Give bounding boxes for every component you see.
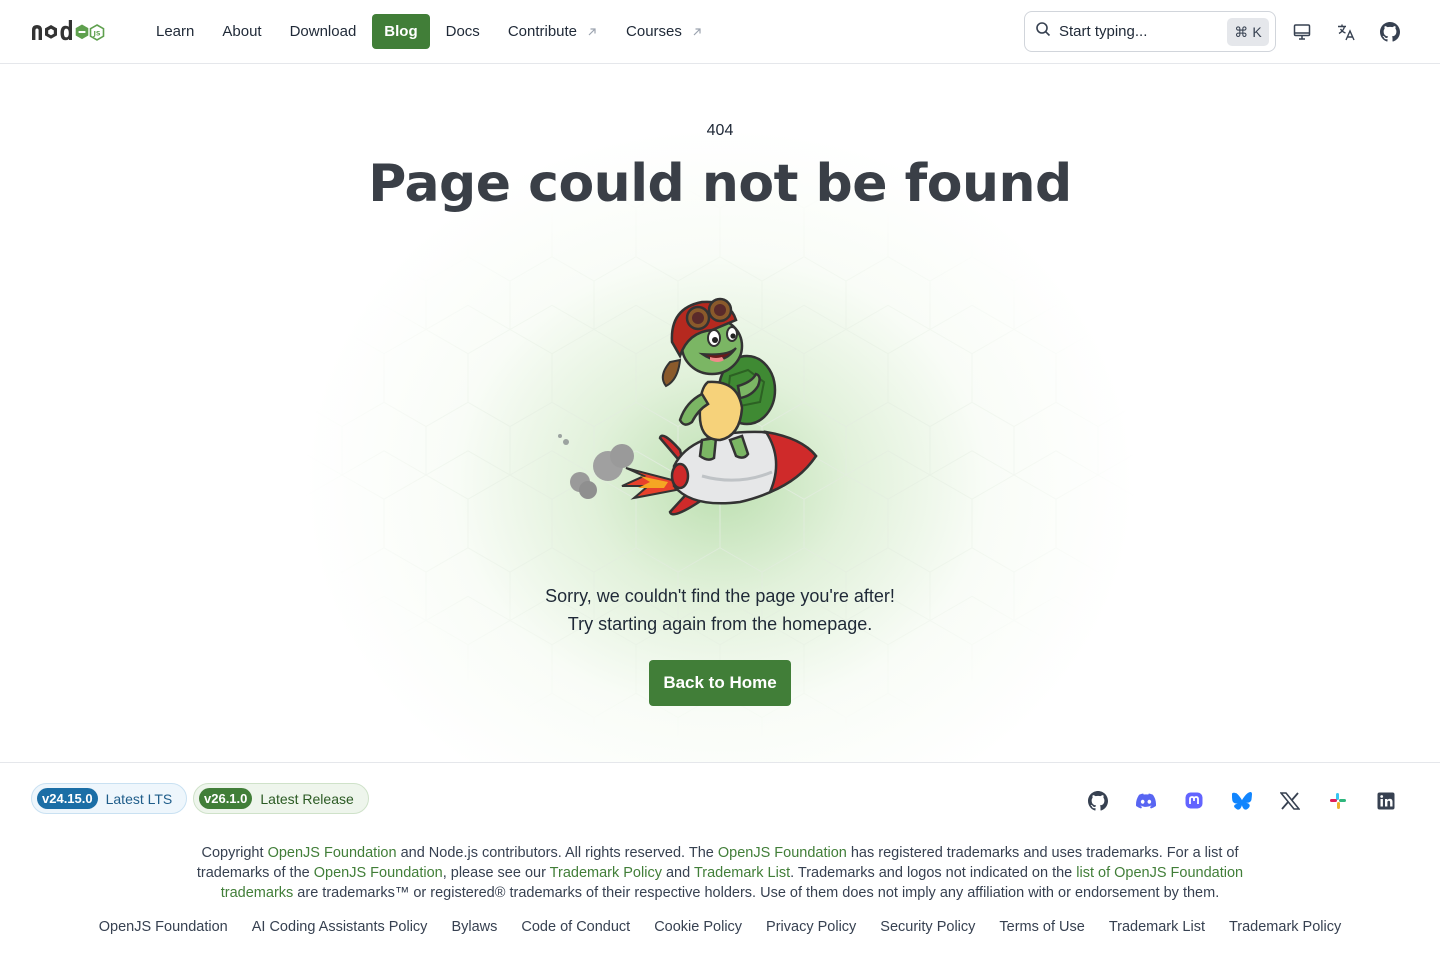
message-line-2: Try starting again from the homepage.: [567, 614, 873, 634]
search-box[interactable]: Start typing... ⌘ K: [1024, 11, 1276, 52]
page-title: Page could not be found: [368, 154, 1072, 214]
language-icon[interactable]: [1334, 20, 1358, 44]
command-key-symbol: ⌘: [1234, 23, 1249, 40]
error-code: 404: [706, 122, 734, 139]
footer-link-ai-policy[interactable]: AI Coding Assistants Policy: [252, 919, 428, 935]
svg-text:JS: JS: [92, 30, 100, 38]
message-line-1: Sorry, we couldn't find the page you're …: [545, 586, 895, 606]
lts-release-badge[interactable]: v24.15.0 Latest LTS: [31, 783, 188, 814]
nav-label: Contribute: [507, 23, 578, 40]
nav-label: Docs: [445, 23, 480, 40]
nodejs-logo[interactable]: JS: [31, 17, 111, 45]
linkedin-icon[interactable]: [1376, 791, 1396, 811]
current-label: Latest Release: [260, 790, 354, 807]
legal-text: and: [661, 865, 694, 881]
nav-label: Download: [289, 23, 357, 40]
discord-icon[interactable]: [1136, 791, 1156, 811]
nav-learn[interactable]: Learn: [144, 14, 206, 49]
legal-text: Copyright: [201, 845, 268, 861]
footer-link-trademark-list[interactable]: Trademark List: [1109, 919, 1205, 935]
current-release-badge[interactable]: v26.1.0 Latest Release: [193, 783, 369, 814]
lts-version: v24.15.0: [37, 788, 98, 809]
turtle-rocket-illustration: [558, 297, 818, 516]
github-icon[interactable]: [1378, 20, 1402, 44]
legal-text: and Node.js contributors. All rights res…: [396, 845, 718, 861]
openjs-link[interactable]: OpenJS Foundation: [268, 845, 397, 861]
footer-link-terms[interactable]: Terms of Use: [999, 919, 1084, 935]
footer-link-openjs[interactable]: OpenJS Foundation: [99, 919, 228, 935]
github-icon[interactable]: [1088, 791, 1108, 811]
footer-link-privacy-policy[interactable]: Privacy Policy: [766, 919, 856, 935]
footer-link-trademark-policy[interactable]: Trademark Policy: [1229, 919, 1341, 935]
nav-courses[interactable]: Courses: [614, 14, 715, 49]
error-message: Sorry, we couldn't find the page you're …: [0, 582, 1440, 638]
theme-monitor-icon[interactable]: [1290, 20, 1314, 44]
back-to-home-button[interactable]: Back to Home: [649, 660, 791, 706]
nav-label: Courses: [626, 23, 682, 40]
search-shortcut-badge: ⌘ K: [1227, 18, 1269, 46]
legal-text: , please see our: [442, 865, 550, 881]
legal-text: . Trademarks and logos not indicated on …: [790, 865, 1077, 881]
nav-blog[interactable]: Blog: [372, 14, 430, 49]
nav-about[interactable]: About: [210, 14, 273, 49]
nav-download[interactable]: Download: [278, 14, 369, 49]
legal-notice: Copyright OpenJS Foundation and Node.js …: [180, 843, 1260, 903]
nav-docs[interactable]: Docs: [434, 14, 492, 49]
nav-label: Blog: [384, 23, 418, 40]
lts-label: Latest LTS: [105, 790, 173, 807]
footer-link-security-policy[interactable]: Security Policy: [880, 919, 975, 935]
slack-icon[interactable]: [1328, 791, 1348, 811]
mastodon-icon[interactable]: [1184, 791, 1204, 811]
nodejs-logo-icon: JS: [32, 20, 105, 41]
x-icon[interactable]: [1280, 791, 1300, 811]
search-icon: [1035, 21, 1051, 42]
nav-contribute[interactable]: Contribute: [496, 14, 610, 49]
openjs-link[interactable]: OpenJS Foundation: [314, 865, 443, 881]
footer-link-cookie-policy[interactable]: Cookie Policy: [654, 919, 742, 935]
footer-link-code-of-conduct[interactable]: Code of Conduct: [521, 919, 630, 935]
nav-label: Learn: [156, 23, 195, 40]
bluesky-icon[interactable]: [1232, 791, 1252, 811]
search-placeholder: Start typing...: [1059, 23, 1148, 40]
trademark-list-link[interactable]: Trademark List: [694, 865, 790, 881]
openjs-link[interactable]: OpenJS Foundation: [718, 845, 847, 861]
main-nav: Learn About Download Blog Docs Contribut…: [144, 14, 715, 49]
external-link-icon: [586, 26, 598, 38]
footer-links: OpenJS Foundation AI Coding Assistants P…: [0, 919, 1440, 935]
legal-text: are trademarks™ or registered® trademark…: [293, 885, 1220, 901]
not-found-section: 404 Page could not be found Sorry, we co…: [0, 64, 1440, 762]
nav-label: About: [222, 23, 262, 40]
current-version: v26.1.0: [199, 788, 253, 809]
site-header: JS Learn About Download Blog Docs Contri…: [0, 0, 1440, 64]
site-footer: v24.15.0 Latest LTS v26.1.0 Latest Relea…: [0, 762, 1440, 967]
footer-link-bylaws[interactable]: Bylaws: [451, 919, 497, 935]
trademark-policy-link[interactable]: Trademark Policy: [550, 865, 662, 881]
external-link-icon: [691, 26, 703, 38]
shortcut-key: K: [1252, 24, 1262, 40]
